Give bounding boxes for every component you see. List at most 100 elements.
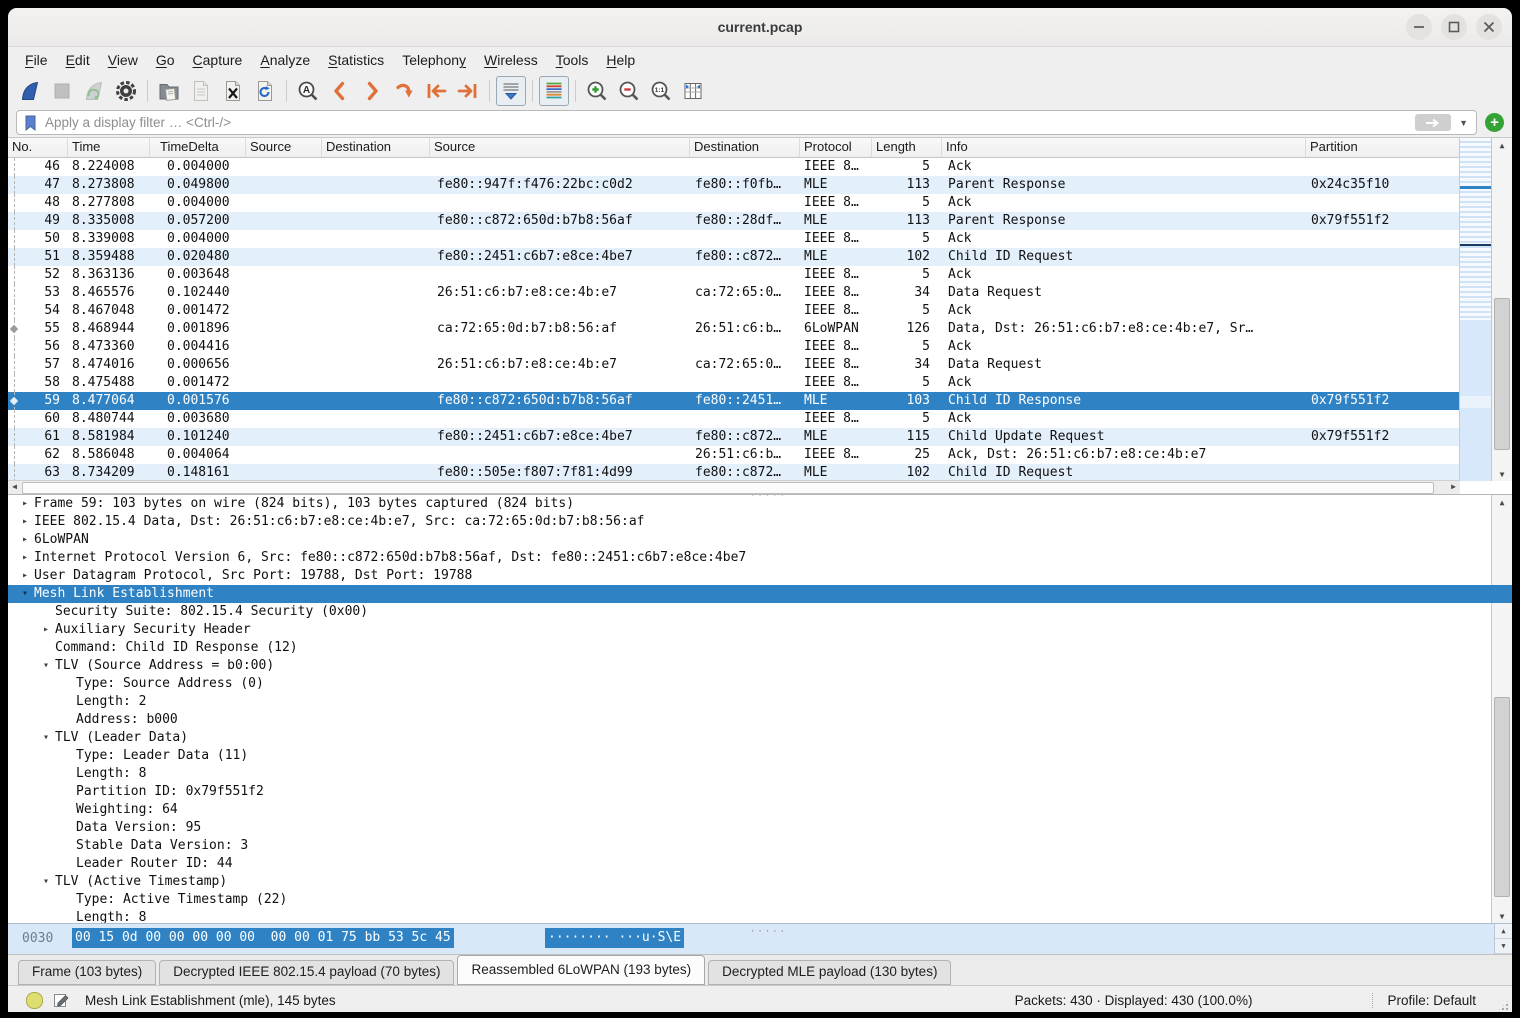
- expand-toggle-icon[interactable]: ▸: [18, 513, 32, 531]
- packet-row-59[interactable]: 598.4770640.001576fe80::c872:650d:b7b8:5…: [8, 392, 1460, 410]
- scroll-down-icon[interactable]: ▼: [1492, 467, 1512, 481]
- go-to-packet-button[interactable]: [389, 76, 419, 106]
- menu-view[interactable]: View: [99, 48, 147, 73]
- menu-tools[interactable]: Tools: [547, 48, 598, 73]
- filter-dropdown-caret[interactable]: ▼: [1459, 118, 1468, 128]
- detail-row-3[interactable]: ▸Internet Protocol Version 6, Src: fe80:…: [8, 549, 1512, 567]
- start-capture-button[interactable]: [15, 76, 45, 106]
- detail-row-12[interactable]: Address: b000: [8, 711, 1512, 729]
- packet-row-62[interactable]: 628.5860480.00406426:51:c6:b…IEEE 8…25Ac…: [8, 446, 1460, 464]
- apply-filter-button[interactable]: [1415, 114, 1451, 131]
- bytes-vscrollbar[interactable]: ▲▼: [1494, 924, 1512, 954]
- expand-toggle-icon[interactable]: ▸: [18, 495, 32, 513]
- expand-toggle-icon[interactable]: ▸: [18, 531, 32, 549]
- column-header-source[interactable]: Source: [430, 138, 690, 157]
- profile-indicator[interactable]: Profile: Default: [1387, 993, 1476, 1008]
- filter-bookmark-icon[interactable]: [23, 114, 39, 132]
- expert-info-icon[interactable]: [26, 992, 43, 1009]
- column-header-destination[interactable]: Destination: [322, 138, 430, 157]
- scroll-up-icon[interactable]: ▲: [1495, 924, 1512, 939]
- colorize-button[interactable]: [539, 76, 569, 106]
- packet-row-55[interactable]: 558.4689440.001896ca:72:65:0d:b7:b8:56:a…: [8, 320, 1460, 338]
- packet-row-49[interactable]: 498.3350080.057200fe80::c872:650d:b7b8:5…: [8, 212, 1460, 230]
- menu-analyze[interactable]: Analyze: [251, 48, 319, 73]
- expand-toggle-icon[interactable]: ▸: [39, 621, 53, 639]
- minimize-button[interactable]: [1406, 14, 1432, 40]
- go-back-button[interactable]: [325, 76, 355, 106]
- packet-row-60[interactable]: 608.4807440.003680IEEE 8…5Ack: [8, 410, 1460, 428]
- menu-help[interactable]: Help: [597, 48, 644, 73]
- open-file-button[interactable]: [154, 76, 184, 106]
- go-last-button[interactable]: [453, 76, 483, 106]
- detail-row-6[interactable]: Security Suite: 802.15.4 Security (0x00): [8, 603, 1512, 621]
- detail-row-1[interactable]: ▸IEEE 802.15.4 Data, Dst: 26:51:c6:b7:e8…: [8, 513, 1512, 531]
- detail-row-7[interactable]: ▸Auxiliary Security Header: [8, 621, 1512, 639]
- packet-row-54[interactable]: 548.4670480.001472IEEE 8…5Ack: [8, 302, 1460, 320]
- detail-row-13[interactable]: ▾TLV (Leader Data): [8, 729, 1512, 747]
- collapse-toggle-icon[interactable]: ▾: [39, 729, 53, 747]
- packet-row-57[interactable]: 578.4740160.00065626:51:c6:b7:e8:ce:4b:e…: [8, 356, 1460, 374]
- detail-row-8[interactable]: Command: Child ID Response (12): [8, 639, 1512, 657]
- menu-edit[interactable]: Edit: [57, 48, 99, 73]
- vscroll-thumb[interactable]: [1494, 298, 1510, 450]
- detail-row-9[interactable]: ▾TLV (Source Address = b0:00): [8, 657, 1512, 675]
- packet-row-51[interactable]: 518.3594880.020480fe80::2451:c6b7:e8ce:4…: [8, 248, 1460, 266]
- auto-scroll-button[interactable]: [496, 76, 526, 106]
- splitter-handle[interactable]: ·····: [750, 919, 787, 945]
- detail-row-21[interactable]: ▾TLV (Active Timestamp): [8, 873, 1512, 891]
- column-header-protocol[interactable]: Protocol: [800, 138, 872, 157]
- packet-row-47[interactable]: 478.2738080.049800fe80::947f:f476:22bc:c…: [8, 176, 1460, 194]
- detail-row-22[interactable]: Type: Active Timestamp (22): [8, 891, 1512, 909]
- detail-row-4[interactable]: ▸User Datagram Protocol, Src Port: 19788…: [8, 567, 1512, 585]
- detail-row-17[interactable]: Weighting: 64: [8, 801, 1512, 819]
- column-header-time[interactable]: Time: [68, 138, 150, 157]
- packet-list-vscrollbar[interactable]: ▲ ▼: [1491, 138, 1512, 481]
- packet-row-46[interactable]: 468.2240080.004000IEEE 8…5Ack: [8, 158, 1460, 176]
- detail-row-15[interactable]: Length: 8: [8, 765, 1512, 783]
- collapse-toggle-icon[interactable]: ▾: [18, 585, 32, 603]
- display-filter-input[interactable]: Apply a display filter … <Ctrl-/> ▼: [16, 110, 1477, 135]
- find-packet-button[interactable]: A: [293, 76, 323, 106]
- column-header-destination[interactable]: Destination: [690, 138, 800, 157]
- byte-view-tab-3[interactable]: Decrypted MLE payload (130 bytes): [708, 960, 951, 985]
- packet-row-48[interactable]: 488.2778080.004000IEEE 8…5Ack: [8, 194, 1460, 212]
- detail-row-19[interactable]: Stable Data Version: 3: [8, 837, 1512, 855]
- scroll-right-icon[interactable]: ▶: [1447, 481, 1460, 493]
- resize-columns-button[interactable]: [678, 76, 708, 106]
- title-bar[interactable]: current.pcap: [8, 8, 1512, 47]
- zoom-out-button[interactable]: [614, 76, 644, 106]
- scroll-down-icon[interactable]: ▼: [1495, 939, 1512, 954]
- restart-capture-button[interactable]: [79, 76, 109, 106]
- byte-view-tab-2[interactable]: Reassembled 6LoWPAN (193 bytes): [457, 955, 705, 985]
- detail-row-0[interactable]: ▸Frame 59: 103 bytes on wire (824 bits),…: [8, 495, 1512, 513]
- scroll-left-icon[interactable]: ◀: [8, 481, 21, 493]
- menu-statistics[interactable]: Statistics: [319, 48, 393, 73]
- add-filter-button-button[interactable]: +: [1485, 113, 1504, 132]
- column-header-length[interactable]: Length: [872, 138, 942, 157]
- detail-row-20[interactable]: Leader Router ID: 44: [8, 855, 1512, 873]
- column-header-source[interactable]: Source: [246, 138, 322, 157]
- menu-capture[interactable]: Capture: [184, 48, 252, 73]
- packet-row-56[interactable]: 568.4733600.004416IEEE 8…5Ack: [8, 338, 1460, 356]
- hex-bytes-selected[interactable]: 00 15 0d 00 00 00 00 00 00 00 01 75 bb 5…: [72, 928, 454, 948]
- hex-ascii-selected[interactable]: ········ ···u·S\E: [545, 928, 684, 948]
- go-first-button[interactable]: [421, 76, 451, 106]
- detail-row-11[interactable]: Length: 2: [8, 693, 1512, 711]
- reload-file-button[interactable]: [250, 76, 280, 106]
- menu-file[interactable]: File: [16, 48, 57, 73]
- column-header-partition[interactable]: Partition: [1306, 138, 1460, 157]
- capture-comment-icon[interactable]: [53, 992, 69, 1008]
- packet-row-52[interactable]: 528.3631360.003648IEEE 8…5Ack: [8, 266, 1460, 284]
- detail-row-5[interactable]: ▾Mesh Link Establishment: [8, 585, 1512, 603]
- expand-toggle-icon[interactable]: ▸: [18, 549, 32, 567]
- detail-row-10[interactable]: Type: Source Address (0): [8, 675, 1512, 693]
- scroll-up-icon[interactable]: ▲: [1492, 138, 1512, 152]
- column-header-timedelta[interactable]: TimeDelta: [150, 138, 246, 157]
- packet-row-50[interactable]: 508.3390080.004000IEEE 8…5Ack: [8, 230, 1460, 248]
- packet-list-hscrollbar[interactable]: ◀ ▶: [8, 480, 1460, 494]
- close-file-button[interactable]: [218, 76, 248, 106]
- byte-view-tab-0[interactable]: Frame (103 bytes): [18, 960, 156, 985]
- packet-row-53[interactable]: 538.4655760.10244026:51:c6:b7:e8:ce:4b:e…: [8, 284, 1460, 302]
- go-forward-button[interactable]: [357, 76, 387, 106]
- detail-row-16[interactable]: Partition ID: 0x79f551f2: [8, 783, 1512, 801]
